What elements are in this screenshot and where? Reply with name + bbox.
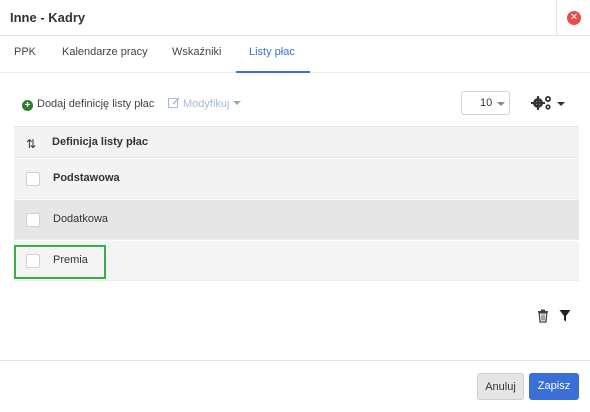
edit-icon [168,97,180,108]
table-row[interactable]: Podstawowa [14,159,579,199]
chevron-down-icon [497,102,505,106]
modify-button[interactable]: Modyfikuj [168,96,242,112]
tab-listy-plac[interactable]: Listy płac [249,46,295,58]
row-checkbox[interactable] [26,213,40,227]
modify-label: Modyfikuj [183,98,230,110]
add-definition-button[interactable]: + Dodaj definicję listy płac [22,96,154,112]
dialog-title: Inne - Kadry [10,10,86,25]
save-button[interactable]: Zapisz [529,373,579,400]
footer-divider [0,360,590,361]
tab-bar: PPK Kalendarze pracy Wskaźniki Listy pła… [0,37,590,71]
table-row[interactable]: Dodatkowa [14,200,579,240]
close-icon[interactable]: ✕ [567,11,581,25]
gears-icon [531,96,551,110]
cancel-button[interactable]: Anuluj [477,373,524,400]
settings-menu-button[interactable] [530,94,568,112]
chevron-down-icon [233,101,242,105]
sort-icon[interactable]: ⇅ [26,137,36,151]
dialog-header: Inne - Kadry [0,0,590,36]
tab-wskazniki[interactable]: Wskaźniki [172,46,222,58]
add-definition-label: Dodaj definicję listy płac [37,98,155,110]
highlight-box [14,245,106,279]
trash-icon[interactable] [537,309,549,323]
active-tab-indicator [236,71,310,73]
tab-ppk[interactable]: PPK [14,46,36,58]
page-size-value: 10 [480,97,493,109]
grid-header: ⇅ Definicja listy płac [14,126,579,158]
column-header-definition[interactable]: Definicja listy płac [52,136,148,148]
row-label: Podstawowa [53,172,120,184]
dialog: Inne - Kadry ✕ PPK Kalendarze pracy Wska… [0,0,590,412]
filter-icon[interactable] [559,309,571,323]
tab-kalendarze-pracy[interactable]: Kalendarze pracy [62,46,148,58]
chevron-down-icon [557,102,565,106]
page-size-select[interactable]: 10 [461,91,510,115]
row-checkbox[interactable] [26,172,40,186]
plus-circle-icon: + [22,100,33,111]
row-label: Dodatkowa [53,213,109,225]
